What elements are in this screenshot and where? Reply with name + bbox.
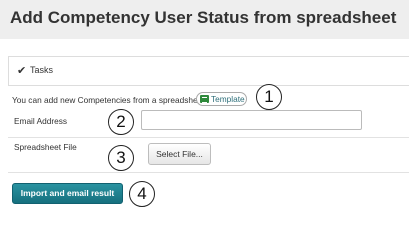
tasks-panel[interactable]	[8, 56, 409, 86]
checkmark-icon: ✔	[17, 65, 27, 77]
select-file-button[interactable]: Select File...	[148, 143, 211, 165]
spreadsheet-icon	[200, 95, 209, 103]
page-title: Add Competency User Status from spreadsh…	[10, 8, 397, 27]
divider	[8, 137, 409, 138]
callout-badge-4: 4	[129, 181, 155, 207]
spreadsheet-file-label: Spreadsheet File	[14, 142, 77, 152]
email-label: Email Address	[14, 116, 68, 126]
callout-badge-1: 1	[256, 84, 282, 110]
callout-badge-3: 3	[108, 145, 134, 171]
info-text: You can add new Competencies from a spre…	[12, 95, 205, 105]
callout-badge-2: 2	[108, 109, 134, 135]
divider	[8, 172, 409, 173]
tasks-label[interactable]: Tasks	[30, 65, 53, 75]
template-link-label[interactable]: Template	[211, 94, 245, 104]
import-and-email-button[interactable]: Import and email result	[12, 183, 123, 204]
email-field[interactable]	[141, 110, 362, 130]
template-link[interactable]: Template	[196, 92, 247, 106]
